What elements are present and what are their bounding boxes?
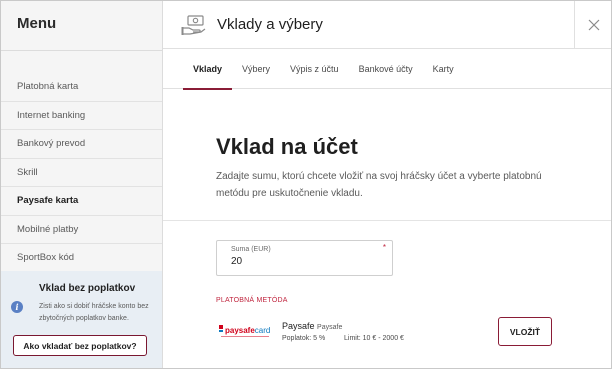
sidebar-menu: Platobná karta Internet banking Bankový … — [1, 73, 162, 273]
page-description: Zadajte sumu, ktorú chcete vložiť na svo… — [216, 171, 542, 199]
deposit-button[interactable]: VLOŽIŤ — [498, 317, 552, 346]
logo-word-paysafe: paysafe — [225, 326, 255, 335]
sidebar-item-sportbox-kod[interactable]: SportBox kód — [1, 244, 162, 273]
method-limit: Limit: 10 € - 2000 € — [344, 335, 404, 342]
main-panel: Vklady a výbery Vklady Výbery Výpis z úč… — [163, 1, 611, 368]
promo-content: i Vklad bez poplatkov Zisti ako si dobiť… — [11, 283, 152, 325]
amount-label: Suma (EUR) — [231, 246, 271, 253]
sidebar: Menu Platobná karta Internet banking Ban… — [1, 1, 163, 368]
tab-bankove-ucty[interactable]: Bankové účty — [349, 49, 423, 89]
logo-word-card: card — [254, 326, 271, 335]
money-hand-icon — [181, 14, 206, 35]
tab-vklady[interactable]: Vklady — [183, 49, 233, 90]
panel-header: Vklady a výbery — [163, 1, 611, 49]
tab-vybery[interactable]: Výbery — [232, 49, 280, 89]
paysafecard-logo: paysafecard — [219, 323, 271, 341]
promo-text: Zisti ako si dobiť hráčske konto bez zby… — [39, 303, 149, 322]
sidebar-header: Menu — [1, 1, 162, 51]
panel-title: Vklady a výbery — [217, 16, 323, 33]
tab-bar: Vklady Výbery Výpis z účtu Bankové účty … — [163, 49, 611, 90]
method-fee: Poplatok: 5 % — [282, 335, 326, 342]
required-marker: * — [382, 243, 386, 252]
payment-method-name: Paysafe Paysafe — [282, 321, 342, 331]
promo-text-block: Vklad bez poplatkov Zisti ako si dobiť h… — [39, 283, 152, 325]
promo-title: Vklad bez poplatkov — [39, 283, 136, 294]
sidebar-item-internet-banking[interactable]: Internet banking — [1, 102, 162, 130]
sidebar-item-mobilne-platby[interactable]: Mobilné platby — [1, 216, 162, 244]
sidebar-item-paysafe-karta[interactable]: Paysafe karta — [1, 187, 162, 216]
method-name-text: Paysafe — [282, 321, 315, 331]
promo-button[interactable]: Ako vkladať bez poplatkov? — [13, 335, 147, 356]
sidebar-item-bankovy-prevod[interactable]: Bankový prevod — [1, 130, 162, 159]
paysafecard-logo-text: paysafecard — [225, 324, 270, 335]
amount-field[interactable]: Suma (EUR) 20 * — [216, 240, 393, 276]
tab-karty[interactable]: Karty — [423, 49, 464, 89]
payment-method-heading: PLATOBNÁ METÓDA — [216, 297, 288, 304]
deposit-intro: Vklad na účet Zadajte sumu, ktorú chcete… — [163, 90, 611, 221]
close-icon — [588, 19, 600, 31]
tab-vypis-z-uctu[interactable]: Výpis z účtu — [280, 49, 349, 89]
info-icon: i — [11, 301, 23, 313]
promo-box: i Vklad bez poplatkov Zisti ako si dobiť… — [1, 271, 162, 368]
page-title: Vklad na účet — [216, 134, 358, 159]
sidebar-item-platobna-karta[interactable]: Platobná karta — [1, 73, 162, 102]
sidebar-title: Menu — [17, 15, 57, 32]
app-frame: Menu Platobná karta Internet banking Ban… — [0, 0, 612, 369]
method-provider: Paysafe — [317, 324, 343, 331]
close-button[interactable] — [574, 1, 611, 49]
amount-input[interactable]: 20 — [231, 256, 392, 267]
sidebar-item-skrill[interactable]: Skrill — [1, 159, 162, 187]
